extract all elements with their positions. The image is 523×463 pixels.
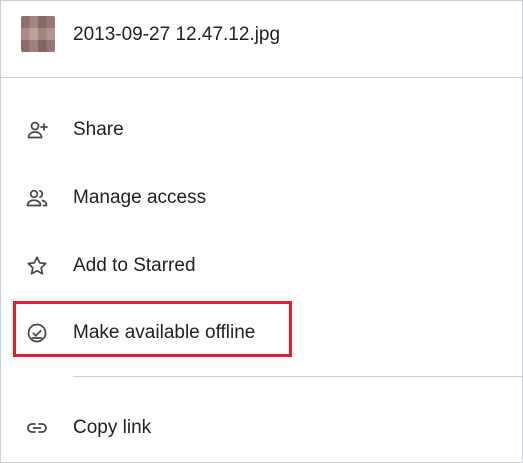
highlight-annotation: [13, 301, 292, 357]
menu-item-label: Add to Starred: [73, 255, 196, 276]
menu-divider: [73, 376, 522, 377]
file-name: 2013-09-27 12.47.12.jpg: [73, 24, 281, 45]
link-icon: [25, 416, 49, 440]
context-menu: 2013-09-27 12.47.12.jpg Share Manage acc…: [0, 0, 523, 463]
menu-item-manage-access[interactable]: Manage access: [1, 174, 522, 222]
header-divider: [1, 77, 522, 78]
menu-item-label: Manage access: [73, 187, 207, 208]
menu-item-add-to-starred[interactable]: Add to Starred: [1, 242, 522, 290]
menu-item-copy-link[interactable]: Copy link: [1, 404, 522, 452]
menu-item-share[interactable]: Share: [1, 106, 522, 154]
star-outline-icon: [25, 254, 49, 278]
file-header: 2013-09-27 12.47.12.jpg: [1, 1, 522, 78]
menu-item-label: Copy link: [73, 417, 152, 438]
file-thumbnail: [21, 16, 55, 52]
person-add-icon: [25, 118, 49, 142]
people-icon: [25, 186, 49, 210]
menu-item-label: Share: [73, 119, 124, 140]
